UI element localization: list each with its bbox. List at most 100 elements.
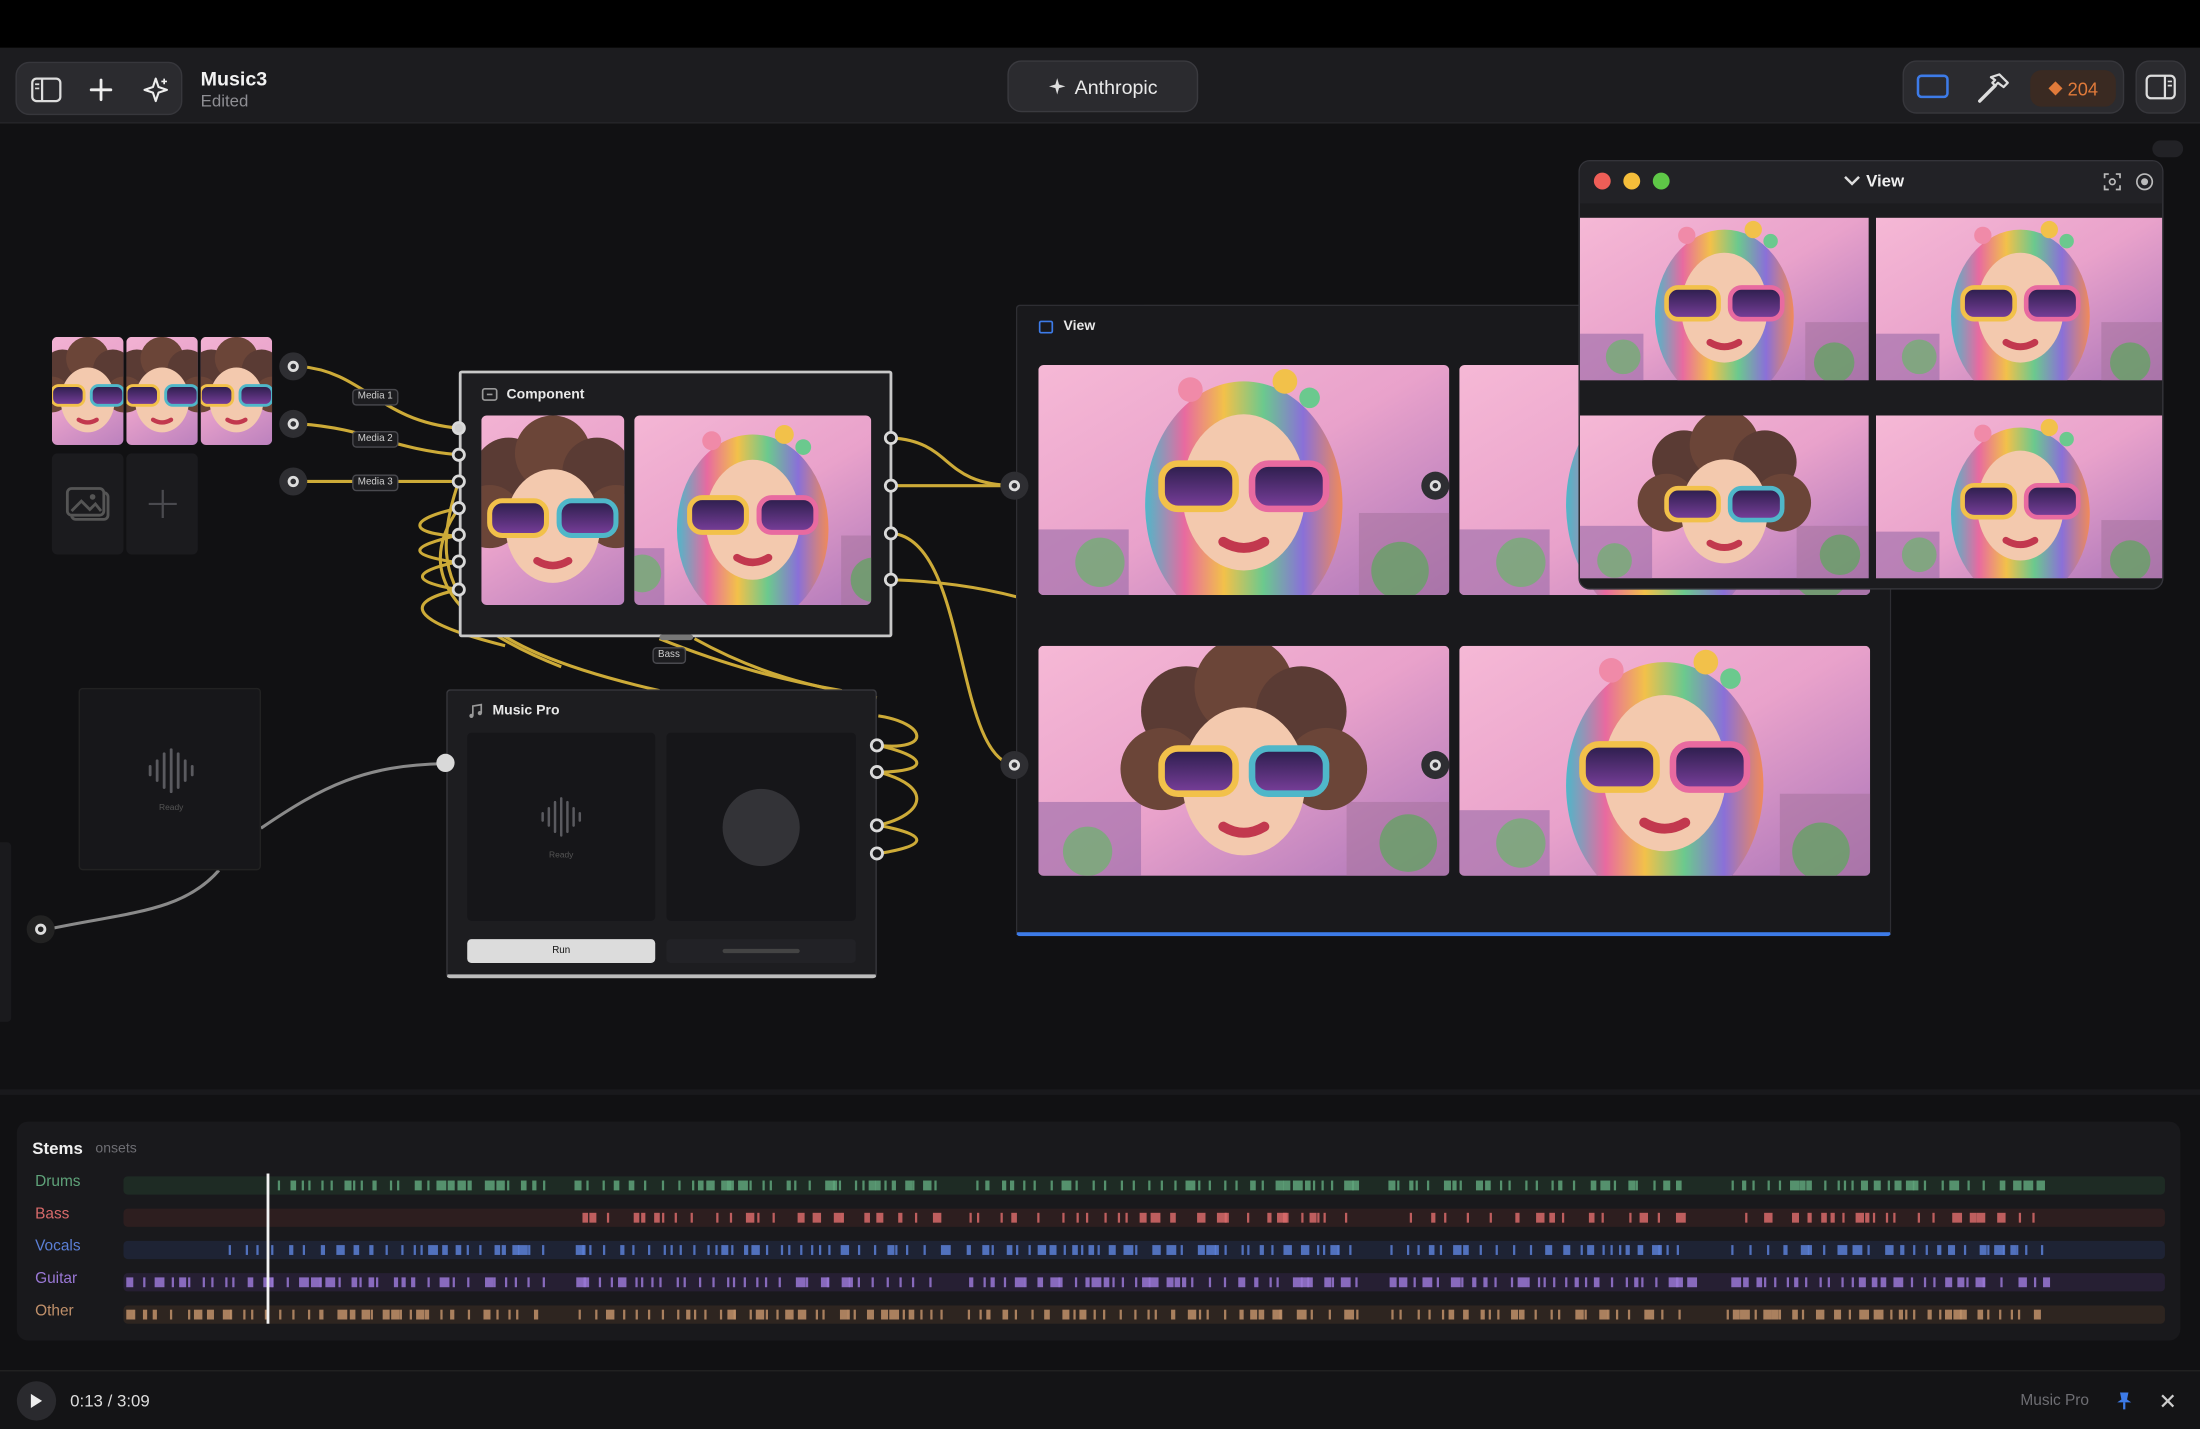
- music-pro-node[interactable]: Music Pro Ready Run: [446, 689, 877, 979]
- panel-divider[interactable]: [0, 1089, 2200, 1095]
- onset-mark: [887, 1245, 895, 1255]
- onset-mark: [966, 1245, 971, 1255]
- stem-lane-other[interactable]: [123, 1305, 2165, 1324]
- component-input-port[interactable]: [451, 582, 466, 597]
- music-pro-output-port[interactable]: [869, 738, 884, 753]
- music-pro-output-port[interactable]: [869, 846, 884, 861]
- close-window-button[interactable]: [1593, 172, 1611, 190]
- view-input-port[interactable]: [1000, 471, 1029, 500]
- onset-mark: [749, 1180, 752, 1191]
- onset-mark: [670, 1245, 673, 1255]
- onset-mark: [1120, 1180, 1124, 1191]
- onset-mark: [1893, 1212, 1896, 1223]
- screenshot-icon[interactable]: [2103, 173, 2121, 191]
- view-image-port[interactable]: [1421, 471, 1450, 500]
- secondary-action-button[interactable]: [666, 939, 856, 963]
- onset-mark: [651, 1277, 654, 1288]
- media-2-output-port[interactable]: [279, 409, 308, 438]
- close-icon[interactable]: [2161, 1394, 2175, 1408]
- overlay-handle[interactable]: [2152, 140, 2184, 158]
- onset-mark: [1855, 1212, 1865, 1223]
- component-input-port[interactable]: [451, 554, 466, 569]
- onset-mark: [1957, 1277, 1965, 1288]
- media-thumbnail[interactable]: [201, 337, 273, 445]
- left-edge-handle[interactable]: [0, 842, 12, 1022]
- play-button[interactable]: [16, 1381, 57, 1421]
- media-1-output-port[interactable]: [279, 352, 308, 381]
- onset-mark: [507, 1180, 510, 1191]
- music-pro-output-port[interactable]: [869, 818, 884, 833]
- media-3-output-port[interactable]: [279, 467, 308, 496]
- onset-mark: [628, 1180, 635, 1191]
- onset-mark: [450, 1309, 455, 1320]
- floating-view-image[interactable]: [1876, 416, 2164, 579]
- view-image[interactable]: [1038, 365, 1449, 595]
- onset-mark: [479, 1245, 482, 1255]
- onset-mark: [976, 1212, 980, 1223]
- onset-mark: [1247, 1245, 1250, 1255]
- onset-mark: [1997, 1212, 2006, 1223]
- onset-mark: [1241, 1245, 1244, 1255]
- stem-lane-bass[interactable]: [123, 1208, 2165, 1227]
- component-output-port[interactable]: [883, 572, 898, 587]
- component-input-port[interactable]: [451, 501, 466, 516]
- music-pro-input-port[interactable]: [436, 753, 455, 773]
- component-output-port[interactable]: [883, 526, 898, 541]
- audio-source-node[interactable]: Ready: [78, 687, 261, 871]
- onset-mark: [1939, 1309, 1942, 1320]
- stem-lane-drums[interactable]: [123, 1176, 2165, 1195]
- floating-view-image[interactable]: [1876, 218, 2164, 381]
- resize-handle[interactable]: [659, 634, 694, 641]
- minimize-window-button[interactable]: [1623, 172, 1641, 190]
- source-label: Music Pro: [2020, 1392, 2090, 1410]
- onset-mark: [301, 1180, 304, 1191]
- component-input-port[interactable]: [451, 527, 466, 542]
- media-thumbnail[interactable]: [126, 337, 198, 445]
- component-output-port[interactable]: [883, 478, 898, 493]
- play-icon: [30, 1393, 43, 1408]
- view-input-port[interactable]: [1000, 750, 1029, 780]
- stem-lane-vocals[interactable]: [123, 1240, 2165, 1260]
- onset-mark: [1011, 1212, 1017, 1223]
- floating-view-window[interactable]: View: [1578, 160, 2164, 590]
- onset-mark: [1117, 1212, 1121, 1223]
- record-icon[interactable]: [2135, 173, 2154, 191]
- onset-mark: [1783, 1245, 1788, 1255]
- onset-mark: [1754, 1309, 1757, 1320]
- component-input-port[interactable]: [451, 421, 466, 436]
- add-media-button[interactable]: [126, 453, 198, 555]
- onset-mark: [1807, 1212, 1812, 1223]
- view-image-port[interactable]: [1421, 750, 1450, 780]
- media-thumbnail[interactable]: [52, 337, 124, 445]
- floating-view-image[interactable]: [1580, 416, 1869, 579]
- music-pro-output-port[interactable]: [869, 765, 884, 780]
- audio-output-port[interactable]: [26, 915, 55, 944]
- component-output-port[interactable]: [883, 430, 898, 445]
- view-image[interactable]: [1038, 646, 1449, 876]
- component-input-port[interactable]: [451, 447, 466, 462]
- playhead[interactable]: [266, 1173, 270, 1324]
- onset-mark: [1407, 1245, 1410, 1255]
- stem-lane-guitar[interactable]: [123, 1273, 2165, 1292]
- onset-mark: [1799, 1180, 1806, 1191]
- onset-mark: [647, 1309, 651, 1320]
- component-node[interactable]: Component: [458, 370, 893, 641]
- onset-mark: [891, 1180, 896, 1191]
- view-image[interactable]: [1459, 646, 1870, 876]
- run-button[interactable]: Run: [467, 939, 656, 963]
- onset-mark: [788, 1245, 791, 1255]
- onset-mark: [1830, 1212, 1835, 1223]
- onset-mark: [1182, 1277, 1187, 1288]
- add-image-slot[interactable]: [51, 453, 124, 555]
- maximize-window-button[interactable]: [1652, 172, 1670, 190]
- floating-view-image[interactable]: [1580, 218, 1869, 381]
- onset-mark: [1002, 1309, 1009, 1320]
- component-input-port[interactable]: [451, 474, 466, 489]
- onset-mark: [1900, 1245, 1905, 1255]
- floating-view-header[interactable]: View: [1844, 171, 1904, 191]
- onset-mark: [582, 1212, 589, 1223]
- onset-mark: [2010, 1245, 2016, 1255]
- pin-icon[interactable]: [2116, 1391, 2133, 1411]
- onset-mark: [154, 1277, 165, 1288]
- onset-mark: [1910, 1277, 1914, 1288]
